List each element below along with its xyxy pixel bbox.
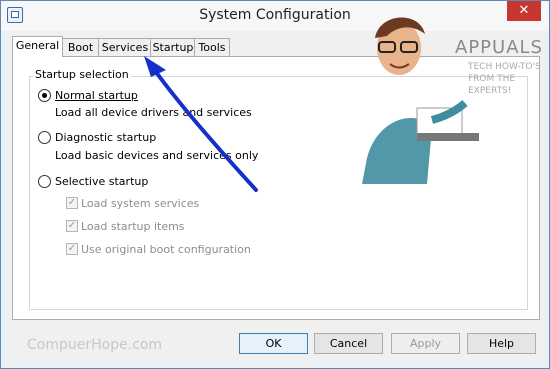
annotation-arrow: [144, 56, 258, 192]
annotation-arrow-head: [144, 56, 166, 77]
annotation-arrow-line: [151, 66, 258, 192]
tab-general[interactable]: General: [12, 36, 63, 57]
